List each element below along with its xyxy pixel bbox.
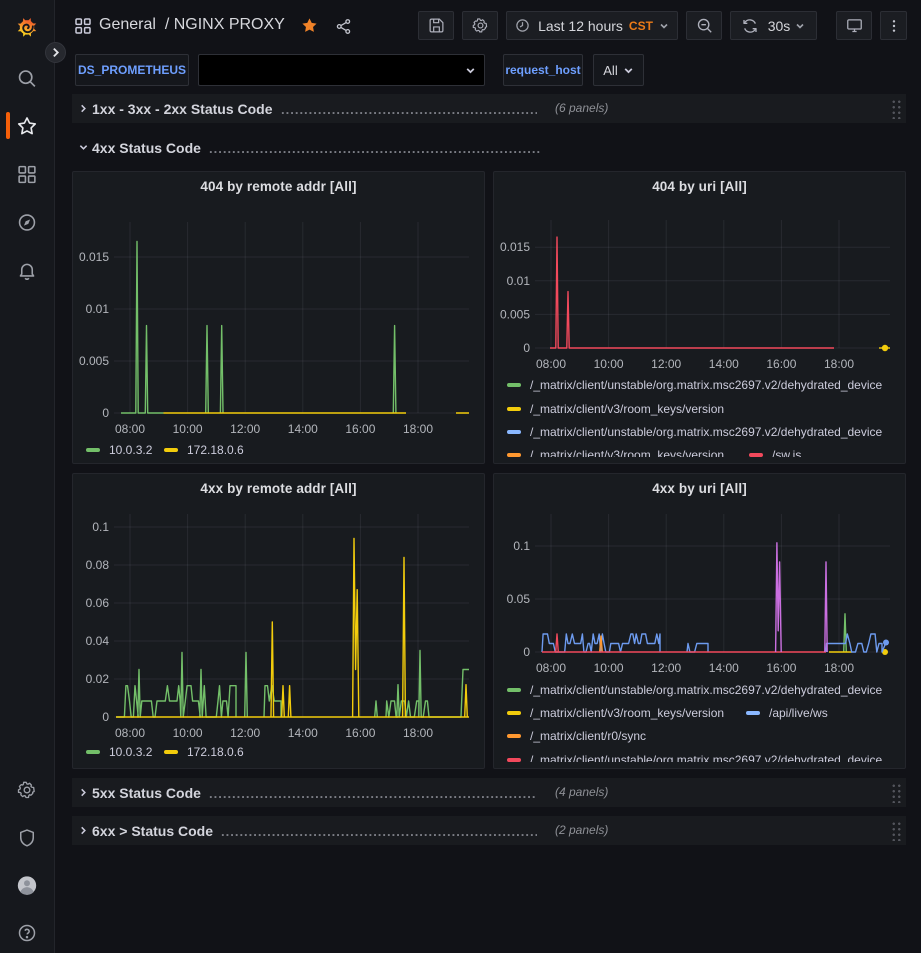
- svg-text:0.005: 0.005: [79, 354, 109, 368]
- svg-text:0.04: 0.04: [86, 634, 110, 648]
- svg-text:14:00: 14:00: [288, 422, 318, 436]
- svg-text:16:00: 16:00: [766, 357, 796, 371]
- svg-text:14:00: 14:00: [709, 661, 739, 675]
- svg-text:0.08: 0.08: [86, 558, 110, 572]
- svg-text:18:00: 18:00: [403, 726, 433, 740]
- svg-text:0.1: 0.1: [92, 520, 109, 534]
- svg-text:0.015: 0.015: [500, 240, 530, 254]
- svg-text:0: 0: [102, 710, 109, 724]
- svg-text:0.05: 0.05: [507, 592, 531, 606]
- svg-text:0.02: 0.02: [86, 672, 110, 686]
- svg-text:08:00: 08:00: [536, 661, 566, 675]
- svg-text:18:00: 18:00: [824, 357, 854, 371]
- svg-text:10:00: 10:00: [173, 726, 203, 740]
- svg-text:0: 0: [523, 341, 530, 355]
- svg-text:10:00: 10:00: [173, 422, 203, 436]
- svg-text:0: 0: [523, 645, 530, 659]
- svg-text:18:00: 18:00: [824, 661, 854, 675]
- svg-text:0.1: 0.1: [513, 539, 530, 553]
- svg-text:08:00: 08:00: [115, 422, 145, 436]
- svg-text:0.06: 0.06: [86, 596, 110, 610]
- svg-text:12:00: 12:00: [651, 357, 681, 371]
- svg-text:10:00: 10:00: [594, 661, 624, 675]
- svg-text:18:00: 18:00: [403, 422, 433, 436]
- svg-text:12:00: 12:00: [651, 661, 681, 675]
- svg-text:08:00: 08:00: [115, 726, 145, 740]
- svg-text:14:00: 14:00: [288, 726, 318, 740]
- svg-text:0.005: 0.005: [500, 307, 530, 321]
- svg-text:12:00: 12:00: [230, 726, 260, 740]
- svg-text:0.01: 0.01: [86, 302, 110, 316]
- svg-text:16:00: 16:00: [345, 422, 375, 436]
- svg-text:10:00: 10:00: [594, 357, 624, 371]
- svg-text:12:00: 12:00: [230, 422, 260, 436]
- svg-text:0.01: 0.01: [507, 274, 531, 288]
- svg-text:08:00: 08:00: [536, 357, 566, 371]
- svg-text:0.015: 0.015: [79, 250, 109, 264]
- svg-text:16:00: 16:00: [766, 661, 796, 675]
- svg-text:16:00: 16:00: [345, 726, 375, 740]
- svg-text:14:00: 14:00: [709, 357, 739, 371]
- svg-text:0: 0: [102, 406, 109, 420]
